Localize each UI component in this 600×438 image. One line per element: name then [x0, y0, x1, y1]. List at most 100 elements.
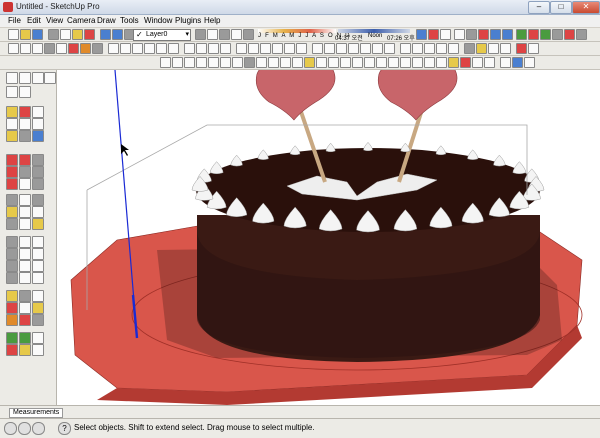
redo-icon[interactable]: [112, 29, 123, 40]
axes-tool-icon[interactable]: [32, 178, 44, 190]
sandbox-scratch-icon[interactable]: [6, 260, 18, 272]
warehouse-tool-icon[interactable]: [32, 218, 44, 230]
scale-tool-icon[interactable]: [6, 86, 18, 98]
dimension-icon[interactable]: [528, 29, 539, 40]
open-file-icon[interactable]: [20, 29, 31, 40]
preview-earth-icon[interactable]: [500, 43, 511, 54]
geo-location-icon[interactable]: [4, 422, 17, 435]
close-button[interactable]: ✕: [572, 1, 600, 14]
plugin-tool-11-icon[interactable]: [19, 332, 31, 344]
scene-28-icon[interactable]: [484, 57, 495, 68]
scene-12-icon[interactable]: [292, 57, 303, 68]
copy-icon[interactable]: [60, 29, 71, 40]
front-view-icon[interactable]: [132, 43, 143, 54]
section-cut-icon[interactable]: [466, 29, 477, 40]
measurements-label[interactable]: Measurements: [9, 408, 64, 418]
push-pull-tool-icon[interactable]: [32, 106, 44, 118]
rotate-tool-icon[interactable]: [6, 154, 18, 166]
profiles-icon[interactable]: [424, 43, 435, 54]
walk-palette-icon[interactable]: [32, 206, 44, 218]
move-tool-icon[interactable]: [19, 130, 31, 142]
make-component-tool-icon[interactable]: [19, 72, 31, 84]
position-camera-icon[interactable]: [502, 29, 513, 40]
plugin-tool-3-icon[interactable]: [32, 290, 44, 302]
outer-shell-icon[interactable]: [296, 43, 307, 54]
plugin-tool-14-icon[interactable]: [19, 344, 31, 356]
drape-icon[interactable]: [336, 43, 347, 54]
plugin-tool-8-icon[interactable]: [19, 314, 31, 326]
scene-7-icon[interactable]: [232, 57, 243, 68]
scene-27-icon[interactable]: [472, 57, 483, 68]
plugin-tool-13-icon[interactable]: [6, 344, 18, 356]
scene-24-icon[interactable]: [436, 57, 447, 68]
menu-camera[interactable]: Camera: [67, 16, 95, 25]
solid-split-icon[interactable]: [284, 43, 295, 54]
plugin-tool-1-icon[interactable]: [6, 290, 18, 302]
circle-tool-icon[interactable]: [6, 118, 18, 130]
line-tool-icon[interactable]: [19, 106, 31, 118]
smoove-icon[interactable]: [312, 43, 323, 54]
scene-16-icon[interactable]: [340, 57, 351, 68]
help-icon[interactable]: ?: [58, 422, 71, 435]
tape-measure-tool-icon[interactable]: [6, 178, 18, 190]
sandbox-stamp-icon[interactable]: [19, 236, 31, 248]
drawing-viewport[interactable]: [57, 70, 600, 405]
minimize-button[interactable]: –: [528, 1, 550, 14]
scene-8-icon[interactable]: [244, 57, 255, 68]
plugin-tool-2-icon[interactable]: [19, 290, 31, 302]
scene-13-icon[interactable]: [304, 57, 315, 68]
back-view-icon[interactable]: [156, 43, 167, 54]
outer-shell-tool-icon[interactable]: [32, 272, 44, 284]
walk-tool-icon[interactable]: [490, 29, 501, 40]
scene-10-icon[interactable]: [268, 57, 279, 68]
plugin-tool-12-icon[interactable]: [32, 332, 44, 344]
model-info-icon[interactable]: [243, 29, 254, 40]
make-component-icon[interactable]: [184, 43, 195, 54]
share-model-icon[interactable]: [488, 43, 499, 54]
plugin-tool-7-icon[interactable]: [6, 314, 18, 326]
undo-icon[interactable]: [100, 29, 111, 40]
scene-25-icon[interactable]: [448, 57, 459, 68]
paint-bucket-icon[interactable]: [428, 29, 439, 40]
plugin-tool-10-icon[interactable]: [6, 332, 18, 344]
scene-5-icon[interactable]: [208, 57, 219, 68]
zoom-extents-tool-icon[interactable]: [32, 166, 44, 178]
scene-19-icon[interactable]: [376, 57, 387, 68]
solid-split-tool-icon[interactable]: [19, 272, 31, 284]
scene-2-icon[interactable]: [172, 57, 183, 68]
iso-view-icon[interactable]: [108, 43, 119, 54]
pan-tool-icon[interactable]: [32, 154, 44, 166]
scene-22-icon[interactable]: [412, 57, 423, 68]
walk-icon[interactable]: [416, 29, 427, 40]
back-edges-icon[interactable]: [32, 43, 43, 54]
plugin-tool-15-icon[interactable]: [32, 344, 44, 356]
weld-icon[interactable]: [528, 43, 539, 54]
stamp-icon[interactable]: [324, 43, 335, 54]
scene-9-icon[interactable]: [256, 57, 267, 68]
depth-cue-icon[interactable]: [436, 43, 447, 54]
xray-icon[interactable]: [20, 43, 31, 54]
polygon-tool-icon[interactable]: [32, 118, 44, 130]
photo-match-icon[interactable]: [464, 43, 475, 54]
paint-tool-icon[interactable]: [32, 72, 44, 84]
solid-trim-icon[interactable]: [272, 43, 283, 54]
select-style-icon[interactable]: [8, 43, 19, 54]
zoom-tool-icon[interactable]: [19, 86, 31, 98]
top-view-icon[interactable]: [120, 43, 131, 54]
menu-plugins[interactable]: Plugins: [175, 16, 201, 25]
solid-union-icon[interactable]: [236, 43, 247, 54]
new-file-icon[interactable]: [8, 29, 19, 40]
house-icon[interactable]: [231, 29, 242, 40]
text-tool-palette-icon[interactable]: [19, 194, 31, 206]
position-camera-tool-icon[interactable]: [19, 206, 31, 218]
layer-dropdown[interactable]: ✓ Layer0 ▾: [133, 29, 191, 41]
plugin-tool-4-icon[interactable]: [6, 302, 18, 314]
scene-3-icon[interactable]: [184, 57, 195, 68]
scene-29-icon[interactable]: [500, 57, 511, 68]
from-contours-icon[interactable]: [372, 43, 383, 54]
scene-17-icon[interactable]: [352, 57, 363, 68]
menu-tools[interactable]: Tools: [120, 16, 139, 25]
zoom-window-tool-icon[interactable]: [19, 166, 31, 178]
look-around-tool-icon[interactable]: [6, 218, 18, 230]
section-plane-icon[interactable]: [454, 29, 465, 40]
